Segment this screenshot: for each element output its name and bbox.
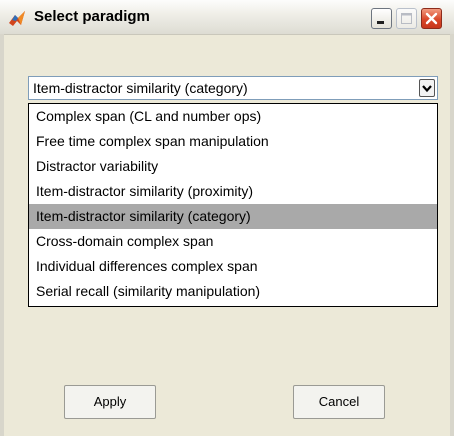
dropdown-option[interactable]: Complex span (CL and number ops) xyxy=(29,104,437,129)
dropdown-option[interactable]: Cross-domain complex span xyxy=(29,229,437,254)
dropdown-option[interactable]: Distractor variability xyxy=(29,154,437,179)
minimize-icon xyxy=(377,21,384,24)
dropdown-option[interactable]: Individual differences complex span xyxy=(29,254,437,279)
chevron-down-icon xyxy=(422,85,432,93)
paradigm-select-value: Item-distractor similarity (category) xyxy=(33,80,248,96)
dropdown-option[interactable]: Serial recall (similarity manipulation) xyxy=(29,279,437,304)
maximize-icon xyxy=(401,13,412,24)
paradigm-dropdown-list: Complex span (CL and number ops) Free ti… xyxy=(28,103,438,307)
title-bar[interactable]: Select paradigm xyxy=(0,0,454,35)
maximize-button[interactable] xyxy=(396,8,417,29)
matlab-icon xyxy=(9,11,25,26)
window-title: Select paradigm xyxy=(34,8,150,25)
dropdown-option-selected[interactable]: Item-distractor similarity (category) xyxy=(29,204,437,229)
close-icon xyxy=(425,12,438,25)
dropdown-option[interactable]: Item-distractor similarity (proximity) xyxy=(29,179,437,204)
window-frame-left xyxy=(0,34,4,436)
dropdown-option[interactable]: Free time complex span manipulation xyxy=(29,129,437,154)
minimize-button[interactable] xyxy=(371,8,392,29)
apply-button[interactable]: Apply xyxy=(64,385,156,419)
cancel-button[interactable]: Cancel xyxy=(293,385,385,419)
close-button[interactable] xyxy=(421,8,442,29)
select-paradigm-window: Select paradigm Item-distractor similari… xyxy=(0,0,454,436)
window-frame-right xyxy=(450,34,454,436)
dropdown-toggle[interactable] xyxy=(419,79,435,97)
paradigm-select[interactable]: Item-distractor similarity (category) xyxy=(28,76,438,100)
